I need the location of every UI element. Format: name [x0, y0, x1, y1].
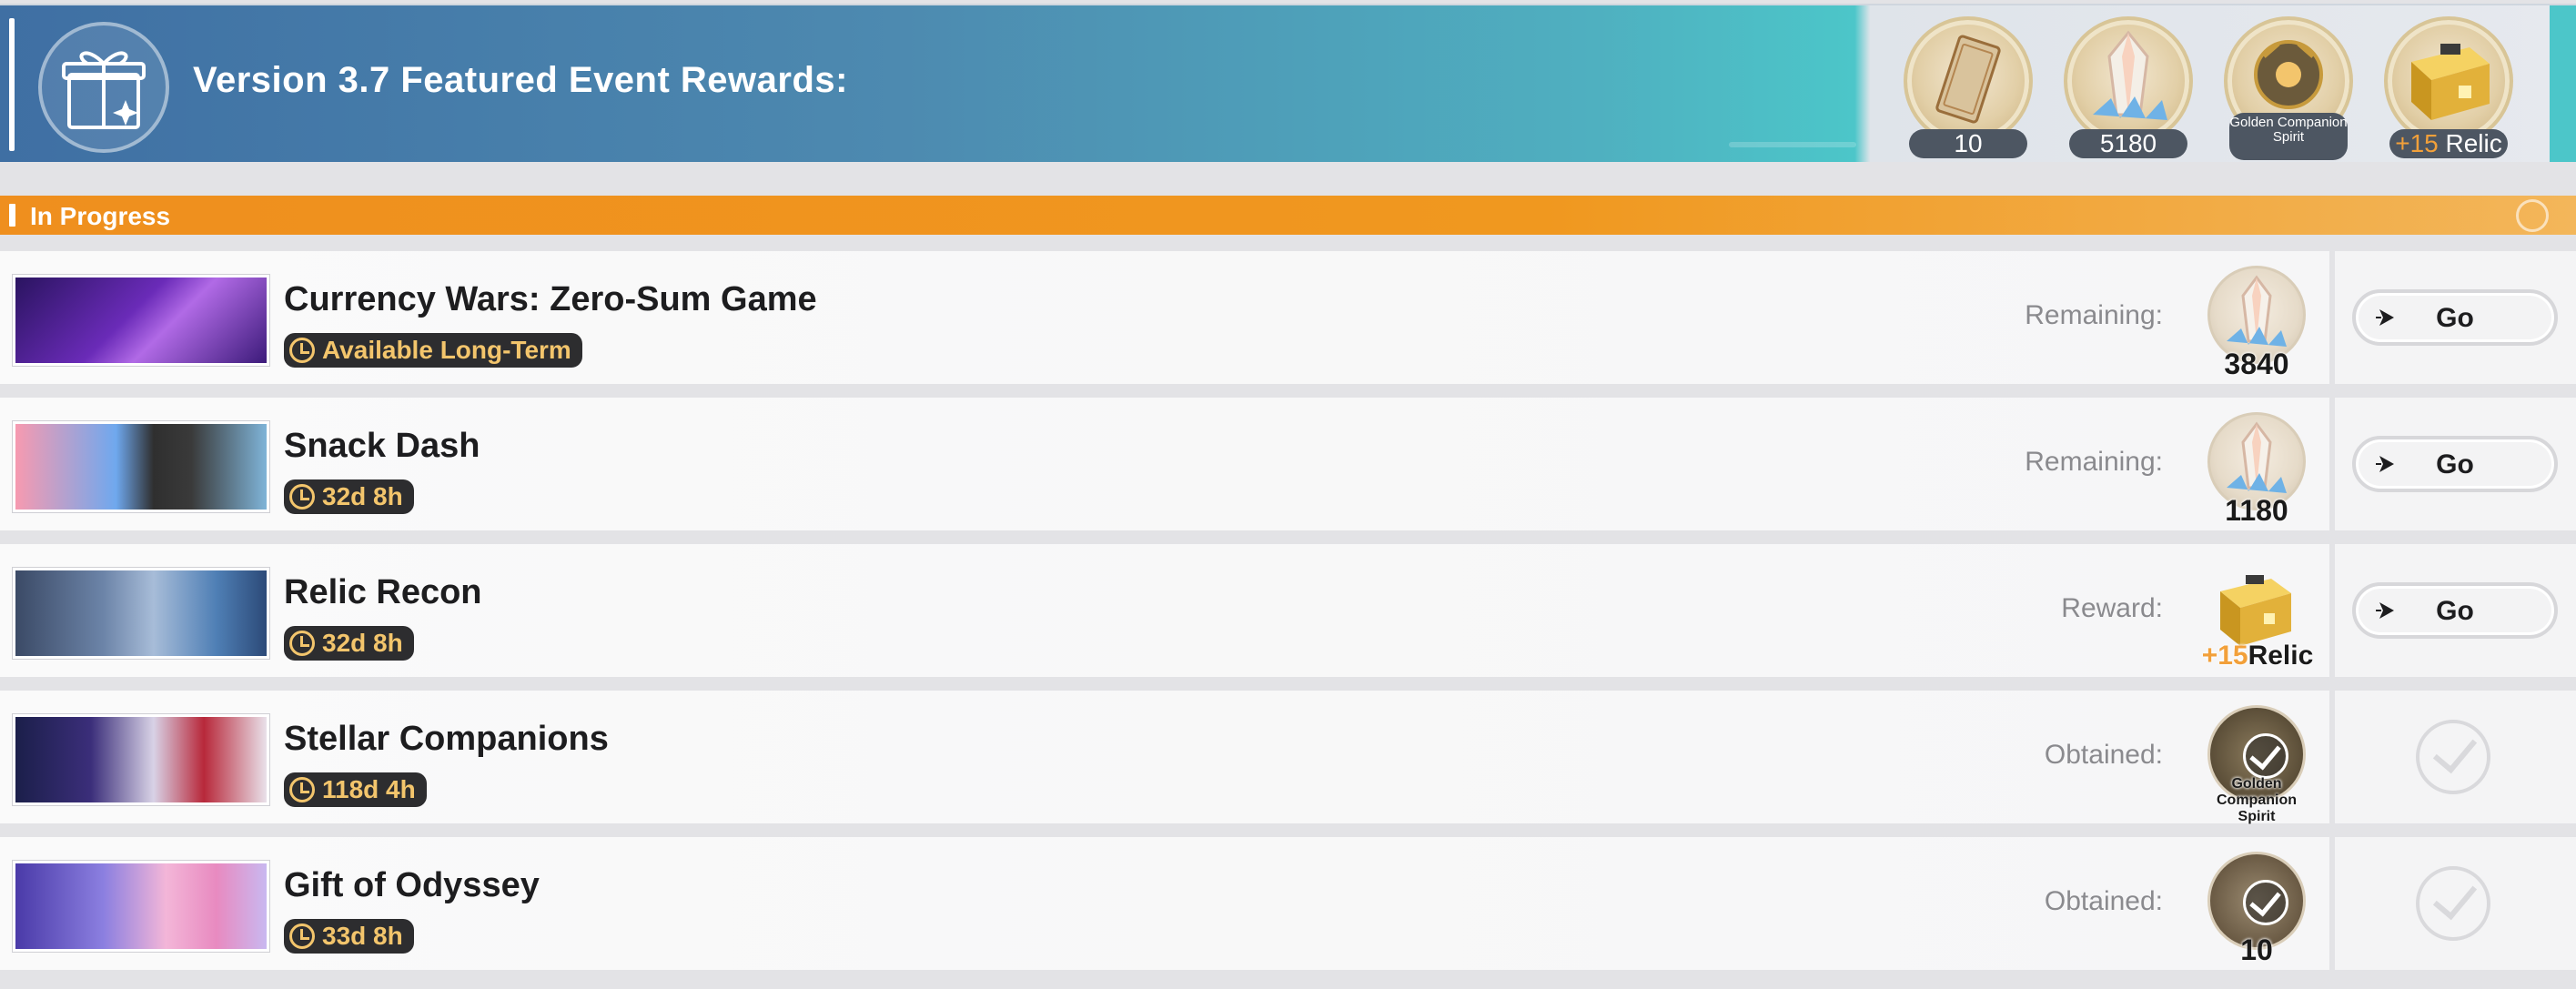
event-row: Currency Wars: Zero-Sum Game Available L… — [0, 251, 2576, 384]
reward-quantity: Golden Companion Spirit — [2229, 113, 2348, 160]
event-title: Currency Wars: Zero-Sum Game — [284, 280, 817, 318]
reward-status-label: Obtained: — [2044, 886, 2163, 916]
go-button-label: Go — [2436, 303, 2474, 333]
featured-rewards-banner: Version 3.7 Featured Event Rewards: 10 5… — [0, 4, 2576, 162]
relic-label: Relic — [2445, 129, 2502, 157]
event-title: Relic Recon — [284, 573, 482, 611]
go-button[interactable]: Go — [2352, 582, 2558, 639]
event-thumbnail — [13, 421, 269, 512]
clock-icon — [289, 923, 315, 949]
event-reward[interactable]: +15Relic — [2202, 557, 2313, 673]
event-thumbnail — [13, 275, 269, 366]
stellar-jade-icon — [2064, 16, 2193, 146]
ticket-icon — [1904, 16, 2033, 146]
featured-reward-relic[interactable]: +15 Relic — [2380, 15, 2517, 160]
in-progress-section-header: In Progress — [0, 196, 2576, 235]
event-row: Gift of Odyssey 33d 8h Obtained: 10 — [0, 837, 2576, 970]
section-title: In Progress — [30, 202, 171, 230]
completed-check-icon — [2416, 720, 2490, 794]
event-row: Relic Recon 32d 8h Reward: +15Relic Go — [0, 544, 2576, 677]
obtained-check-icon — [2243, 733, 2288, 779]
featured-reward-ticket[interactable]: 10 — [1900, 15, 2036, 160]
timer-text: 118d 4h — [322, 775, 416, 803]
event-reward: 10 — [2202, 850, 2311, 966]
relic-count: +15 — [2201, 641, 2248, 671]
clock-icon — [289, 484, 315, 510]
event-reward: Golden Companion Spirit — [2202, 703, 2311, 824]
event-title: Gift of Odyssey — [284, 866, 540, 904]
reward-quantity: +15 Relic — [2389, 129, 2508, 158]
reward-status-label: Remaining: — [2025, 447, 2163, 477]
go-button-label: Go — [2436, 596, 2474, 626]
event-thumbnail — [13, 714, 269, 805]
reward-quantity: 10 — [2240, 933, 2273, 966]
timer-text: 32d 8h — [322, 629, 403, 657]
reward-quantity: 5180 — [2069, 129, 2187, 158]
event-title: Snack Dash — [284, 427, 480, 465]
timer-text: 33d 8h — [322, 922, 403, 950]
gift-icon — [38, 22, 169, 153]
event-title: Stellar Companions — [284, 720, 609, 758]
event-row: Stellar Companions 118d 4h Obtained: Gol… — [0, 691, 2576, 824]
timer-text: 32d 8h — [322, 482, 403, 510]
reward-status-label: Obtained: — [2044, 740, 2163, 770]
event-rewards-screen: Version 3.7 Featured Event Rewards: 10 5… — [0, 0, 2576, 989]
event-timer: 118d 4h — [284, 772, 427, 807]
banner-accent-bar — [9, 18, 15, 151]
event-row: Snack Dash 32d 8h Remaining: 1180 Go — [0, 398, 2576, 530]
relic-count: +15 — [2395, 129, 2439, 157]
obtained-check-icon — [2243, 880, 2288, 925]
event-reward[interactable]: 3840 — [2202, 264, 2311, 380]
banner-title: Version 3.7 Featured Event Rewards: — [193, 60, 848, 100]
relic-label: Relic — [2248, 641, 2314, 671]
event-timer: 32d 8h — [284, 626, 414, 661]
reward-quantity: 10 — [1909, 129, 2027, 158]
go-button[interactable]: Go — [2352, 289, 2558, 346]
section-decoration — [2516, 199, 2549, 232]
event-timer: 33d 8h — [284, 919, 414, 954]
event-timer: Available Long-Term — [284, 333, 582, 368]
event-reward[interactable]: 1180 — [2202, 410, 2311, 527]
completed-check-icon — [2416, 866, 2490, 941]
reward-quantity: 3840 — [2224, 348, 2289, 380]
banner-right-edge — [2550, 5, 2576, 162]
featured-reward-golden-companion-spirit[interactable]: Golden Companion Spirit — [2220, 15, 2357, 160]
go-button-label: Go — [2436, 449, 2474, 479]
section-marker — [9, 204, 15, 227]
timer-text: Available Long-Term — [322, 336, 571, 364]
event-thumbnail — [13, 568, 269, 659]
relic-box-icon — [2384, 16, 2513, 146]
featured-rewards-list: 10 5180 Golden Companion Spirit +15 Reli… — [1874, 5, 2550, 160]
clock-icon — [289, 631, 315, 656]
go-button[interactable]: Go — [2352, 436, 2558, 492]
reward-quantity: +15Relic — [2189, 641, 2326, 671]
event-timer: 32d 8h — [284, 479, 414, 514]
event-thumbnail — [13, 861, 269, 952]
featured-reward-stellar-jade[interactable]: 5180 — [2060, 15, 2197, 160]
reward-status-label: Remaining: — [2025, 300, 2163, 330]
reward-quantity: 1180 — [2225, 494, 2288, 527]
reward-quantity: Golden Companion Spirit — [2217, 776, 2297, 824]
reward-status-label: Reward: — [2061, 593, 2163, 623]
clock-icon — [289, 777, 315, 802]
banner-decoration — [1729, 142, 1856, 147]
clock-icon — [289, 338, 315, 363]
